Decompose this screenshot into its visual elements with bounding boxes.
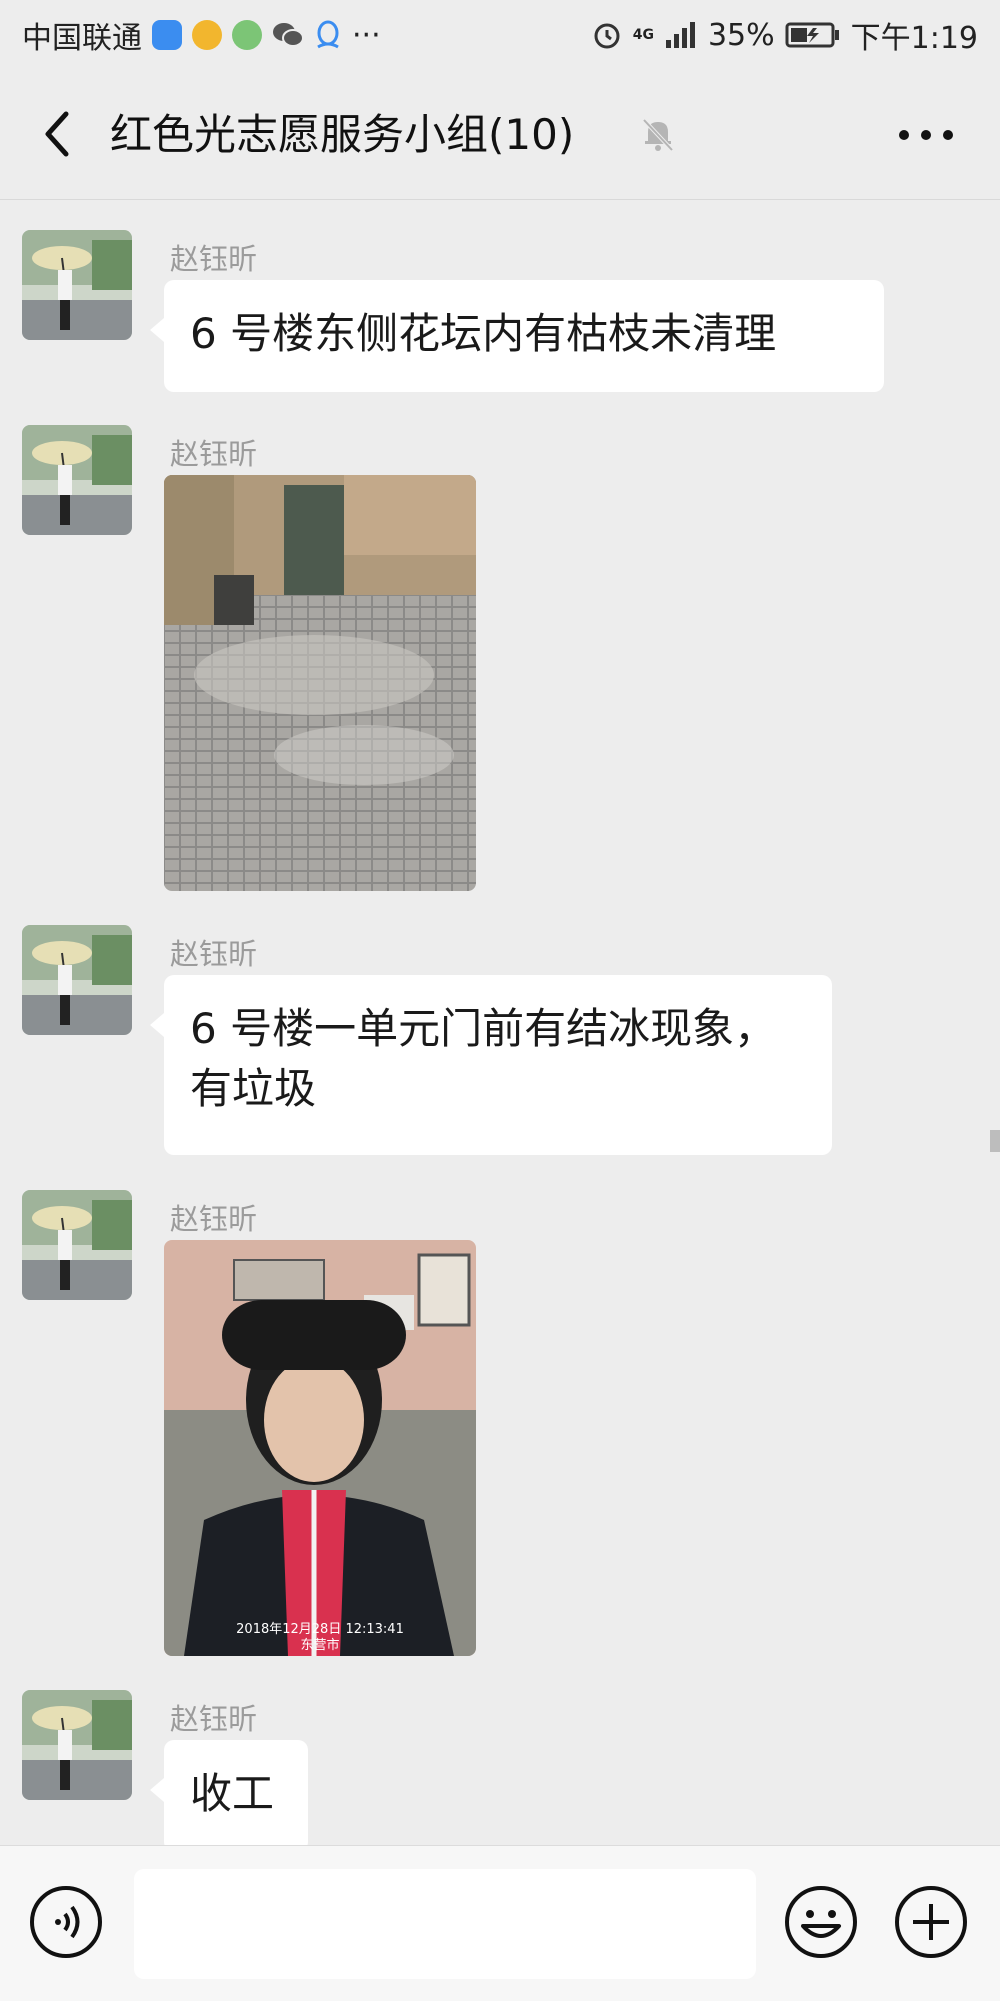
back-arrow-icon[interactable] bbox=[34, 108, 86, 160]
add-more-icon[interactable] bbox=[893, 1884, 969, 1960]
clock-time: 下午1:19 bbox=[850, 21, 978, 56]
signal-icon bbox=[665, 22, 695, 48]
status-bar-right: 4G 35% 下午1:19 bbox=[591, 13, 978, 57]
message-item: 赵钰昕 收工 bbox=[0, 1690, 1000, 1852]
message-input[interactable] bbox=[134, 1869, 756, 1979]
sender-name: 赵钰昕 bbox=[170, 937, 258, 971]
avatar[interactable] bbox=[22, 425, 132, 535]
status-bar-left: 中国联通 ··· bbox=[22, 13, 381, 57]
voice-input-icon[interactable] bbox=[28, 1884, 104, 1960]
network-type-label: 4G bbox=[632, 27, 654, 43]
wechat-icon bbox=[273, 23, 304, 47]
carrier-label: 中国联通 bbox=[22, 21, 142, 56]
app-notification-icon bbox=[232, 20, 262, 50]
chat-title[interactable]: 红色光志愿服务小组(10) bbox=[110, 70, 574, 200]
qq-icon bbox=[317, 20, 339, 49]
emoji-icon[interactable] bbox=[783, 1884, 859, 1960]
scrollbar-thumb[interactable] bbox=[990, 1130, 1000, 1152]
image-message-selfie[interactable]: 2018年12月28日 12:13:41 东营市 bbox=[164, 1240, 476, 1656]
battery-charging-icon bbox=[785, 22, 839, 48]
image-message-pavement[interactable] bbox=[164, 475, 476, 891]
avatar[interactable] bbox=[22, 1190, 132, 1300]
message-item: 赵钰昕 6 号楼东侧花坛内有枯枝未清理 bbox=[0, 230, 1000, 400]
message-item: 赵钰昕 2018年12月28日 12:13:41 东营市 bbox=[0, 1190, 1000, 1660]
sender-name: 赵钰昕 bbox=[170, 242, 258, 276]
more-notifications-indicator: ··· bbox=[352, 17, 381, 53]
shield-icon bbox=[152, 20, 182, 50]
text-message-bubble[interactable]: 6 号楼一单元门前有结冰现象，有垃圾 bbox=[150, 975, 832, 1155]
chat-input-bar bbox=[0, 1845, 1000, 2001]
more-options-icon[interactable] bbox=[896, 120, 956, 150]
alarm-icon bbox=[594, 23, 620, 49]
avatar[interactable] bbox=[22, 230, 132, 340]
mute-bell-icon bbox=[642, 118, 674, 152]
sender-name: 赵钰昕 bbox=[170, 1202, 258, 1236]
chat-header: 红色光志愿服务小组(10) bbox=[0, 70, 1000, 200]
photo-location-watermark: 东营市 bbox=[300, 1638, 340, 1653]
status-bar: 中国联通 ··· 4G 35% 下午1:19 bbox=[0, 0, 1000, 70]
text-message-bubble[interactable]: 6 号楼东侧花坛内有枯枝未清理 bbox=[150, 280, 884, 392]
message-item: 赵钰昕 6 号楼一单元门前有结冰现象，有垃圾 bbox=[0, 925, 1000, 1165]
battery-percent: 35% bbox=[707, 17, 775, 53]
avatar[interactable] bbox=[22, 1690, 132, 1800]
sender-name: 赵钰昕 bbox=[170, 437, 258, 471]
sender-name: 赵钰昕 bbox=[170, 1702, 258, 1736]
message-item: 赵钰昕 bbox=[0, 425, 1000, 895]
text-message-bubble[interactable]: 收工 bbox=[150, 1740, 308, 1852]
avatar[interactable] bbox=[22, 925, 132, 1035]
mail-icon bbox=[192, 20, 222, 50]
